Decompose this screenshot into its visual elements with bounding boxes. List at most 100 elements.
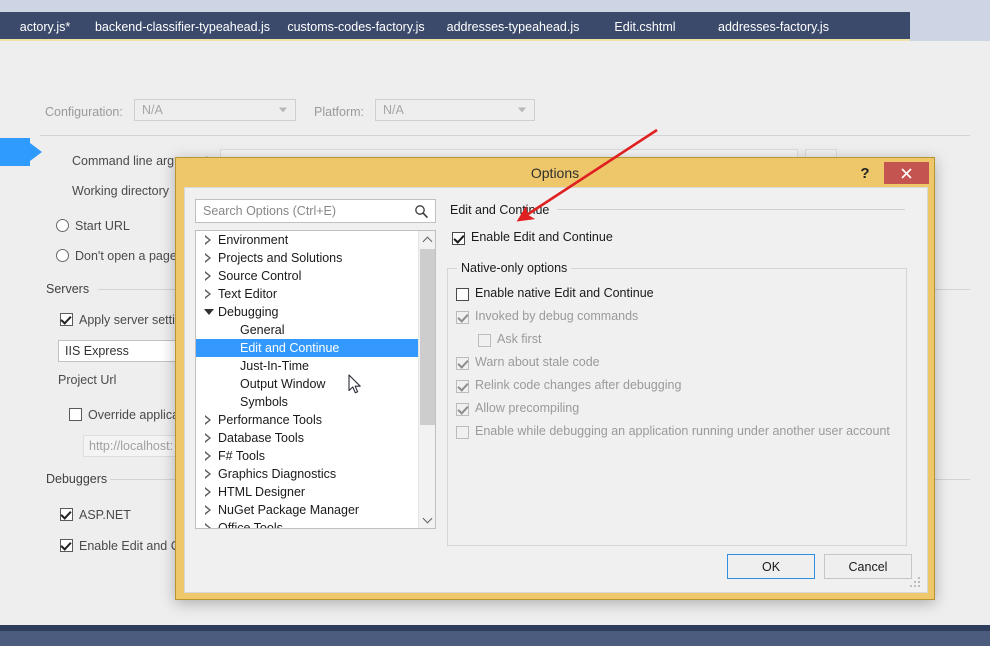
native-option-label-0: Enable native Edit and Continue <box>475 286 654 300</box>
tree-item-label: Environment <box>218 233 289 247</box>
editor-tab-4[interactable]: Edit.cshtml <box>589 12 701 41</box>
enable-edit-and-continue-label: Enable Edit and Continue <box>471 230 613 244</box>
aspnet-debugger-checkbox[interactable] <box>60 508 73 521</box>
scroll-down-button[interactable] <box>419 511 435 528</box>
chevron-right-icon <box>204 451 212 461</box>
tree-item-just-in-time[interactable]: Just-In-Time <box>196 357 418 375</box>
chevron-right-icon <box>204 505 212 515</box>
tree-item-label: HTML Designer <box>218 485 306 499</box>
working-directory-label: Working directory <box>72 184 170 198</box>
chevron-down-icon <box>422 513 433 523</box>
native-option-checkbox-0[interactable] <box>456 288 469 301</box>
chevron-right-icon <box>204 271 212 281</box>
tree-item-label: Projects and Solutions <box>218 251 343 265</box>
radio-start-url[interactable] <box>56 219 69 232</box>
expand-chevron-right-icon[interactable] <box>200 235 216 245</box>
close-x-icon[interactable] <box>884 162 929 184</box>
tree-item-label: General <box>240 323 285 337</box>
expand-chevron-right-icon[interactable] <box>200 289 216 299</box>
tree-item-nuget-package-manager[interactable]: NuGet Package Manager <box>196 501 418 519</box>
tree-item-label: Source Control <box>218 269 302 283</box>
scroll-up-button[interactable] <box>419 231 435 248</box>
tree-item-office-tools[interactable]: Office Tools <box>196 519 418 528</box>
expand-chevron-right-icon[interactable] <box>200 433 216 443</box>
native-option-label-5: Allow precompiling <box>475 401 580 415</box>
tree-items-container: Environment Projects and Solutions Source … <box>196 231 418 528</box>
expand-chevron-right-icon[interactable] <box>200 253 216 263</box>
aspnet-debugger-label: ASP.NET <box>79 508 131 522</box>
expand-chevron-right-icon[interactable] <box>200 415 216 425</box>
expand-chevron-right-icon[interactable] <box>200 523 216 528</box>
native-only-options-title: Native-only options <box>457 261 572 275</box>
radio-dont-open-page-label: Don't open a page <box>75 249 177 263</box>
native-option-checkbox-6 <box>456 426 469 439</box>
tree-item-text-editor[interactable]: Text Editor <box>196 285 418 303</box>
chevron-right-icon <box>204 253 212 263</box>
cancel-button[interactable]: Cancel <box>824 554 912 579</box>
tree-item-edit-and-continue[interactable]: Edit and Continue <box>196 339 418 357</box>
tree-item-label: Text Editor <box>218 287 278 301</box>
tree-item-general[interactable]: General <box>196 321 418 339</box>
tree-item-symbols[interactable]: Symbols <box>196 393 418 411</box>
editor-tab-2[interactable]: customs-codes-factory.js <box>275 12 437 41</box>
tree-item-output-window[interactable]: Output Window <box>196 375 418 393</box>
editor-tab-label: customs-codes-factory.js <box>287 19 425 34</box>
apply-server-settings-checkbox[interactable] <box>60 313 73 326</box>
ok-button[interactable]: OK <box>727 554 815 579</box>
project-url-label: Project Url <box>58 373 117 387</box>
dialog-title: Options <box>530 164 580 181</box>
editor-tab-0[interactable]: actory.js* <box>0 12 90 41</box>
editor-tab-5[interactable]: addresses-factory.js <box>701 12 846 41</box>
tree-item-projects-and-solutions[interactable]: Projects and Solutions <box>196 249 418 267</box>
options-dialog: Options ? Search Options (Ctrl+E) Enviro… <box>175 157 935 600</box>
radio-dont-open-page[interactable] <box>56 249 69 262</box>
chevron-up-icon <box>422 236 433 246</box>
tree-item-environment[interactable]: Environment <box>196 231 418 249</box>
enable-edit-and-continue-bg-checkbox[interactable] <box>60 539 73 552</box>
expand-chevron-right-icon[interactable] <box>200 469 216 479</box>
tree-item-label: Graphics Diagnostics <box>218 467 337 481</box>
tree-item-debugging[interactable]: Debugging <box>196 303 418 321</box>
native-option-checkbox-4 <box>456 380 469 393</box>
tree-item-html-designer[interactable]: HTML Designer <box>196 483 418 501</box>
editor-tab-label: actory.js* <box>19 19 71 34</box>
expand-chevron-right-icon[interactable] <box>200 505 216 515</box>
override-application-root-checkbox[interactable] <box>69 408 82 421</box>
expand-chevron-right-icon[interactable] <box>200 487 216 497</box>
native-option-label-6: Enable while debugging an application ru… <box>475 424 890 438</box>
tree-item-label: Performance Tools <box>218 413 322 427</box>
tree-item-graphics-diagnostics[interactable]: Graphics Diagnostics <box>196 465 418 483</box>
pane-heading-rule <box>557 209 905 210</box>
enable-edit-and-continue-bg-label: Enable Edit and Co <box>79 539 187 553</box>
expand-chevron-right-icon[interactable] <box>200 271 216 281</box>
chevron-right-icon <box>204 433 212 443</box>
dialog-body: Search Options (Ctrl+E) Environment Proje… <box>184 187 928 593</box>
configuration-label: Configuration: <box>45 105 123 119</box>
collapse-chevron-down-icon[interactable] <box>200 308 216 317</box>
enable-edit-and-continue-checkbox[interactable] <box>452 232 465 245</box>
server-dropdown-value: IIS Express <box>65 344 129 358</box>
tree-item-label: Symbols <box>240 395 288 409</box>
help-question-icon[interactable]: ? <box>854 162 876 184</box>
tree-item-f-tools[interactable]: F# Tools <box>196 447 418 465</box>
tree-item-performance-tools[interactable]: Performance Tools <box>196 411 418 429</box>
expand-chevron-right-icon[interactable] <box>200 451 216 461</box>
editor-tab-3[interactable]: addresses-typeahead.js <box>437 12 589 41</box>
tree-item-database-tools[interactable]: Database Tools <box>196 429 418 447</box>
servers-group-label: Servers <box>46 282 90 296</box>
tree-item-source-control[interactable]: Source Control <box>196 267 418 285</box>
options-category-tree[interactable]: Environment Projects and Solutions Source … <box>195 230 436 529</box>
native-option-label-2: Ask first <box>497 332 542 346</box>
resize-grip[interactable] <box>910 577 921 588</box>
editor-tab-1[interactable]: backend-classifier-typeahead.js <box>90 12 275 41</box>
native-option-label-1: Invoked by debug commands <box>475 309 639 323</box>
scrollbar-thumb[interactable] <box>420 249 435 425</box>
search-options-input[interactable]: Search Options (Ctrl+E) <box>195 199 436 223</box>
tree-item-label: Database Tools <box>218 431 304 445</box>
tree-item-label: F# Tools <box>218 449 266 463</box>
configuration-dropdown[interactable]: N/A <box>134 99 296 121</box>
tree-item-label: Edit and Continue <box>240 341 340 355</box>
platform-dropdown[interactable]: N/A <box>375 99 535 121</box>
chevron-down-icon <box>279 107 287 113</box>
tree-scrollbar[interactable] <box>418 231 435 528</box>
